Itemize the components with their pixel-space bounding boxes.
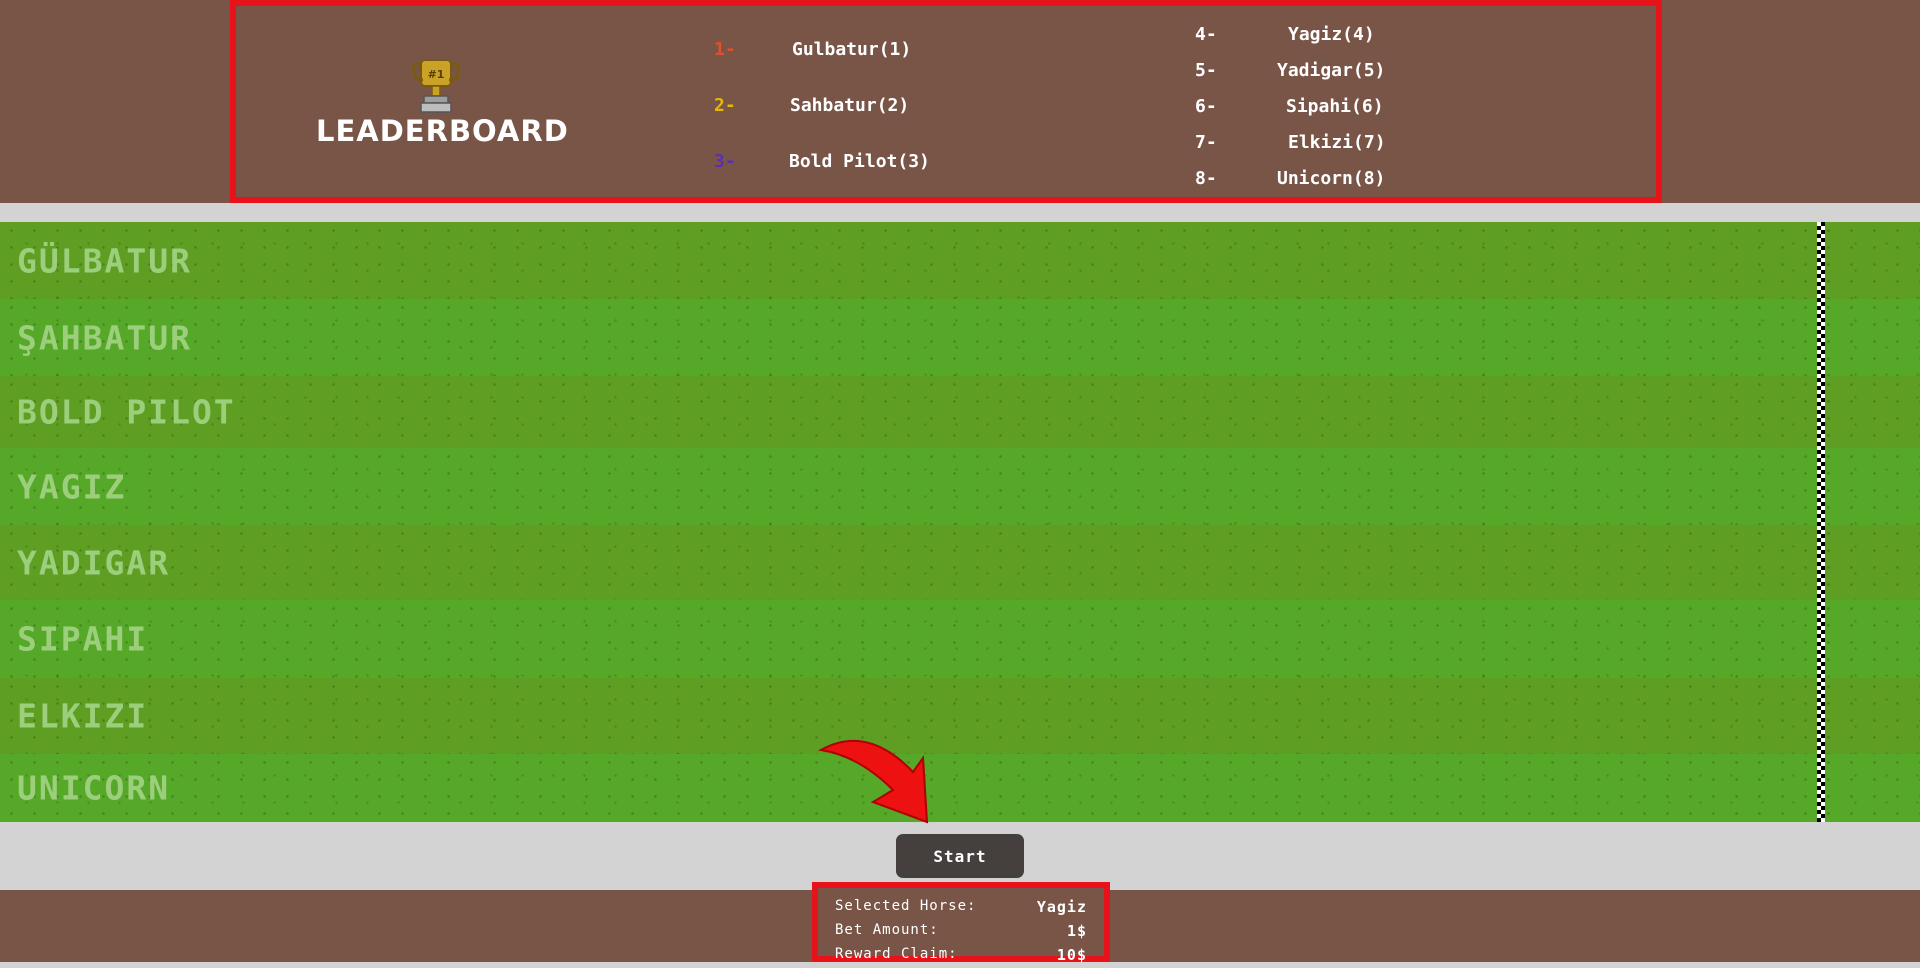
leaderboard-title: LEADERBOARD [316,114,569,148]
lane-label: YAGIZ [17,467,127,506]
lane-label: YADIGAR [17,543,171,582]
trophy-badge-text: #1 [428,68,445,81]
entry-name-5: Yadigar(5) [1277,60,1386,81]
bet-info-panel: Selected Horse: Yagiz Bet Amount: 1$ Rew… [812,882,1110,964]
rank-5: 5- [1195,60,1217,81]
entry-name-2: Sahbatur(2) [790,95,910,116]
lane-bold-pilot: BOLD PILOT [0,376,1920,448]
lane-label: ŞAHBATUR [17,318,192,357]
entry-name-7: Elkizi(7) [1288,132,1386,153]
bet-amount-row: Bet Amount: 1$ [835,922,1087,944]
finish-line [1817,222,1825,822]
lane-sahbatur: ŞAHBATUR [0,299,1920,376]
lane-yadigar: YADIGAR [0,525,1920,600]
lane-label: GÜLBATUR [17,241,192,280]
lane-unicorn: UNICORN [0,754,1920,822]
lane-sipahi: SIPAHI [0,600,1920,678]
lane-label: UNICORN [17,768,171,808]
selected-horse-row: Selected Horse: Yagiz [835,898,1087,920]
track-top-border [0,203,1920,222]
selected-horse-label: Selected Horse: [835,898,977,914]
rank-4: 4- [1195,24,1217,45]
trophy-icon: #1 [412,59,460,113]
lane-label: ELKIZI [17,696,149,736]
lane-yagiz: YAGIZ [0,448,1920,525]
entry-name-4: Yagiz(4) [1288,24,1375,45]
lane-label: SIPAHI [17,619,149,659]
entry-name-1: Gulbatur(1) [792,39,912,60]
entry-name-8: Unicorn(8) [1277,168,1386,189]
rank-3: 3- [714,151,736,172]
bet-amount-label: Bet Amount: [835,922,939,938]
entry-name-6: Sipahi(6) [1286,96,1384,117]
leaderboard-panel: #1 LEADERBOARD 1- Gulbatur(1) 2- Sahbatu… [230,0,1662,203]
reward-claim-value: 10$ [1056,946,1087,964]
rank-8: 8- [1195,168,1217,189]
red-arrow-icon [818,739,929,824]
rank-7: 7- [1195,132,1217,153]
start-button[interactable]: Start [896,834,1024,878]
reward-claim-label: Reward Claim: [835,946,958,962]
lane-gulbatur: GÜLBATUR [0,222,1920,299]
lane-label: BOLD PILOT [17,392,236,432]
lane-elkizi: ELKIZI [0,678,1920,754]
rank-1: 1- [714,39,736,60]
selected-horse-value: Yagiz [1036,898,1087,916]
race-track: GÜLBATUR ŞAHBATUR BOLD PILOT YAGIZ YADIG… [0,222,1920,822]
rank-6: 6- [1195,96,1217,117]
reward-claim-row: Reward Claim: 10$ [835,946,1087,968]
entry-name-3: Bold Pilot(3) [789,151,930,172]
bet-amount-value: 1$ [1066,922,1087,940]
rank-2: 2- [714,95,736,116]
